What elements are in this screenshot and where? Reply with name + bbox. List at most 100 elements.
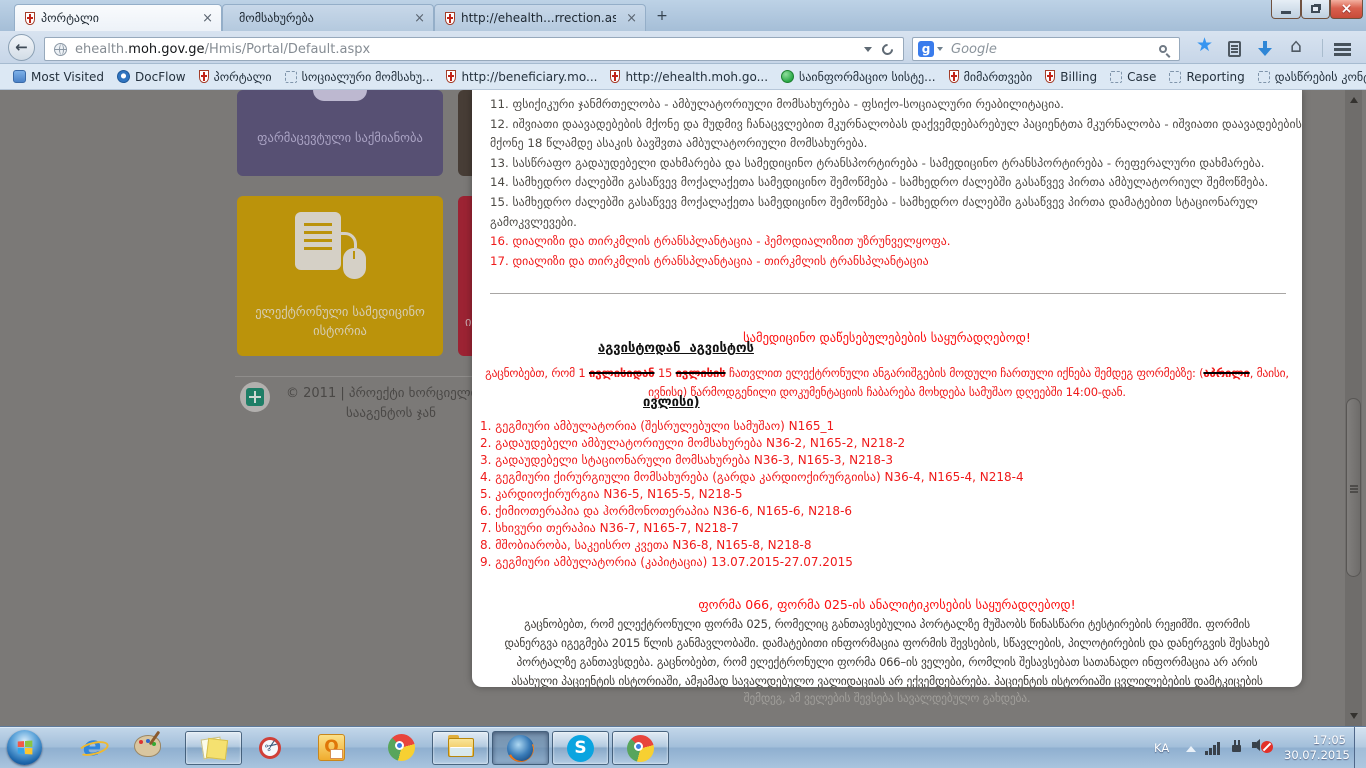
form-list-item: 4. გეგმიური ქირურგიული მომსახურება (გარდ… <box>480 469 1024 486</box>
site-identity-globe-icon[interactable] <box>54 43 67 56</box>
window-restore-button[interactable] <box>1301 0 1330 19</box>
search-placeholder: Google <box>951 42 1159 57</box>
tab-title: პორტალი <box>41 11 192 25</box>
bookmark-item[interactable]: http://ehealth.moh.go... <box>605 68 773 86</box>
new-tab-button[interactable]: + <box>652 8 672 25</box>
clock-time: 17:05 <box>1284 733 1346 748</box>
tile-label: ი <box>465 314 471 329</box>
list-line: 12. იშვიათი დაავადებების მქონე და მუდმივ… <box>490 115 1298 135</box>
notice-paragraph-line-1: გაცნობებთ, რომ 1 ივლისიდან 15 ივლისის ჩა… <box>472 366 1302 380</box>
bookmark-icon <box>199 70 209 83</box>
list-line: 15. სამხედრო ძალებში გასაწვევ მოქალაქეთა… <box>490 193 1298 213</box>
url-bar[interactable]: ehealth.moh.gov.ge/Hmis/Portal/Default.a… <box>44 37 904 61</box>
scrollbar-thumb[interactable] <box>1346 398 1361 577</box>
power-plug-icon[interactable] <box>1230 739 1244 755</box>
bookmark-item[interactable]: DocFlow <box>112 68 191 86</box>
chrome-button[interactable] <box>612 731 669 765</box>
paragraph-segment: 15 <box>654 366 675 380</box>
bookmarks-menu-icon[interactable] <box>1228 41 1241 57</box>
tab-title: მომსახურება <box>239 11 404 25</box>
form-list-item: 5. კარდიოქირურგია N36-5, N165-5, N218-5 <box>480 486 1024 503</box>
bookmark-label: Case <box>1127 70 1156 84</box>
bookmark-item[interactable]: http://beneficiary.mo... <box>441 68 602 86</box>
service-list-top: 11. ფსიქიკური ჯანმრთელობა - ამბულატორიულ… <box>490 95 1298 271</box>
bookmark-item[interactable]: Most Visited <box>8 68 109 86</box>
bookmark-star-icon[interactable]: ★ <box>1196 34 1213 56</box>
skype-button[interactable]: S <box>552 731 609 765</box>
network-signal-icon[interactable] <box>1205 740 1223 755</box>
home-icon[interactable]: ⌂ <box>1290 35 1302 57</box>
search-icon[interactable] <box>1159 45 1167 53</box>
window-minimize-button[interactable] <box>1271 0 1301 19</box>
back-button[interactable]: ← <box>8 34 35 61</box>
snipping-tool-icon[interactable]: ✂ <box>258 734 286 762</box>
pharmacy-icon <box>313 90 367 101</box>
page-scrollbar[interactable] <box>1345 90 1362 726</box>
language-indicator[interactable]: KA <box>1154 741 1169 755</box>
tile-electronic-medical-history[interactable]: ელექტრონული სამედიცინოისტორია <box>237 196 443 356</box>
bookmark-item[interactable]: Billing <box>1040 68 1102 86</box>
paragraph-line: ასახული პაციენტის ისტორიაში, ამჟამად სავ… <box>472 672 1302 687</box>
skype-icon: S <box>567 735 594 762</box>
start-button[interactable] <box>7 730 42 765</box>
toolbar-separator <box>1322 39 1323 57</box>
tab-title: http://ehealth...rrection.aspx <box>461 11 616 25</box>
tab-close-icon[interactable]: × <box>414 12 425 25</box>
tile-label: ფარმაცევტული საქმიანობა <box>237 130 443 145</box>
menu-hamburger-icon[interactable] <box>1334 43 1351 46</box>
restore-icon <box>1311 5 1320 13</box>
bookmark-icon <box>446 70 456 83</box>
health-cross-icon <box>246 388 264 406</box>
tile-pharmacy[interactable]: ფარმაცევტული საქმიანობა <box>237 90 443 176</box>
form-list-item: 7. სხივური თერაპია N36-7, N165-7, N218-7 <box>480 520 1024 537</box>
show-hidden-icons-chevron[interactable] <box>1186 746 1196 752</box>
bookmark-item[interactable]: მიმართვები <box>944 68 1038 86</box>
tab-portal[interactable]: პორტალი × <box>14 4 222 31</box>
bookmark-item[interactable]: დასწრების კონტრო... <box>1253 68 1366 86</box>
engine-dropdown-icon[interactable] <box>937 47 943 51</box>
tab-services[interactable]: მომსახურება × <box>222 4 434 31</box>
window-close-button[interactable]: × <box>1330 0 1363 19</box>
bookmark-label: DocFlow <box>135 70 186 84</box>
file-explorer-button[interactable] <box>432 731 489 765</box>
bookmark-icon <box>949 70 959 83</box>
paragraph-segment: ივლისის <box>676 366 726 380</box>
tab-close-icon[interactable]: × <box>202 12 213 25</box>
georgia-crest-favicon <box>445 12 455 25</box>
tab-correction[interactable]: http://ehealth...rrection.aspx × <box>434 4 646 31</box>
volume-muted-icon[interactable] <box>1252 738 1274 756</box>
google-engine-icon[interactable]: g <box>918 41 934 57</box>
announcement-modal: 11. ფსიქიკური ჯანმრთელობა - ამბულატორიულ… <box>472 90 1302 687</box>
sticky-notes-button[interactable] <box>185 731 242 765</box>
folder-icon <box>448 738 474 758</box>
taskbar-clock[interactable]: 17:05 30.07.2015 <box>1284 733 1346 763</box>
url-dropdown-icon[interactable] <box>864 47 872 52</box>
search-input[interactable]: g Google <box>912 37 1180 61</box>
arrow-down-icon <box>1350 713 1358 719</box>
downloads-icon[interactable] <box>1258 40 1272 58</box>
copyright-text-2: სააგენტოს ჯან <box>346 406 436 421</box>
bookmark-item[interactable]: პორტალი <box>194 68 277 86</box>
internet-explorer-icon[interactable]: e <box>78 734 106 762</box>
bookmarks-bar: Most Visited DocFlow პორტალი სოციალური მ… <box>0 64 1366 90</box>
bookmark-item[interactable]: Reporting <box>1164 68 1249 86</box>
firefox-button-active[interactable] <box>492 731 549 765</box>
notice-heading-2: ფორმა 066, ფორმა 025-ის ანალიტიკოსების ს… <box>472 597 1302 612</box>
tab-close-icon[interactable]: × <box>626 12 637 25</box>
bookmark-item[interactable]: Case <box>1105 68 1161 86</box>
bookmark-label: http://beneficiary.mo... <box>461 70 597 84</box>
scroll-up-button[interactable] <box>1345 92 1362 108</box>
scroll-down-button[interactable] <box>1345 708 1362 724</box>
mouse-icon <box>343 248 366 279</box>
list-line: 11. ფსიქიკური ჯანმრთელობა - ამბულატორიულ… <box>490 95 1298 115</box>
show-desktop-button[interactable] <box>1354 727 1366 768</box>
bookmark-item[interactable]: სოციალური მომსახუ... <box>280 68 439 86</box>
outlook-icon[interactable]: O <box>318 734 345 761</box>
reload-icon[interactable] <box>880 41 896 57</box>
chrome-icon[interactable] <box>388 734 415 761</box>
paint-icon[interactable] <box>134 735 161 757</box>
bookmark-label: დასწრების კონტრო... <box>1275 70 1366 84</box>
bookmark-item[interactable]: საინფორმაციო სისტე... <box>776 68 941 86</box>
notice-paragraph-line-2: ივნისი) წარმოდგენილი დოკუმენტაციის ჩაბარ… <box>472 385 1302 399</box>
notice-heading-1: სამედიცინო დაწესებულებების საყურადღებოდ! <box>472 330 1302 345</box>
